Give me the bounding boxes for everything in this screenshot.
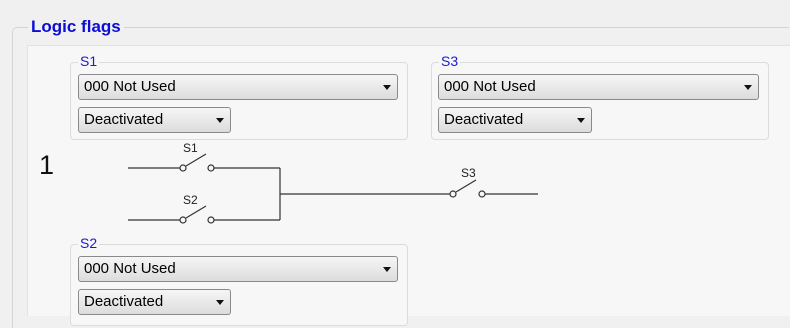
s3-contact-left (449, 190, 457, 198)
s1-contact-right (207, 164, 215, 172)
s2-state-select[interactable]: Deactivated (78, 289, 231, 315)
s1-switch-blade (185, 153, 207, 167)
s2-function-value: 000 Not Used (84, 260, 176, 277)
s3-switch-blade (455, 179, 477, 193)
s2-diagram-label: S2 (183, 193, 198, 207)
chevron-down-icon (216, 300, 224, 305)
s2-contact-left (179, 216, 187, 224)
s1-diagram-label: S1 (183, 141, 198, 155)
s2-contact-right (207, 216, 215, 224)
s2-switch-blade (185, 205, 207, 219)
s2-state-value: Deactivated (84, 293, 164, 310)
s3-diagram-label: S3 (461, 166, 476, 180)
s1-contact-left (179, 164, 187, 172)
s2-function-select[interactable]: 000 Not Used (78, 256, 398, 282)
s2-group-label: S2 (78, 235, 100, 251)
s3-contact-right (478, 190, 486, 198)
chevron-down-icon (383, 267, 391, 272)
